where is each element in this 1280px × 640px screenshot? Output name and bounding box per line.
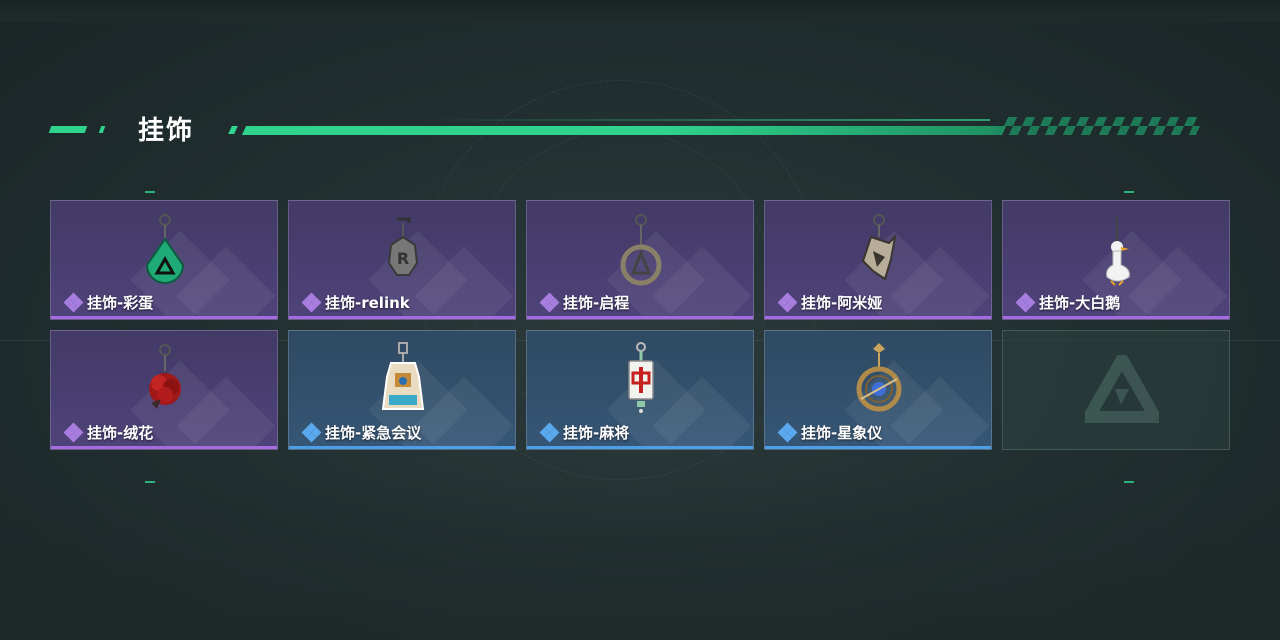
grid-tick	[1124, 481, 1134, 483]
rarity-icon	[1015, 292, 1037, 313]
white-goose-charm-icon	[1106, 217, 1130, 286]
rarity-bar	[1003, 316, 1229, 319]
svg-text:R: R	[397, 249, 409, 268]
charm-label: 挂饰-紧急会议	[325, 423, 422, 442]
charm-label: 挂饰-relink	[325, 293, 410, 312]
header-accent-tick	[98, 126, 106, 133]
rarity-bar	[51, 316, 277, 319]
green-teardrop-charm-icon	[145, 214, 185, 284]
rarity-bar	[765, 446, 991, 449]
charm-label: 挂饰-启程	[563, 293, 630, 312]
section-title: 挂饰	[138, 116, 195, 146]
section-header: 挂饰	[0, 108, 1280, 148]
red-flower-charm-icon	[149, 344, 181, 409]
header-accent-bar	[48, 126, 88, 133]
header-accent-line	[241, 126, 1007, 135]
grid-tick	[145, 191, 155, 193]
rarity-icon	[539, 422, 561, 443]
charm-card[interactable]: 挂饰-启程	[526, 200, 754, 320]
rarity-bar	[289, 446, 515, 449]
empty-slot[interactable]	[1002, 330, 1230, 450]
rarity-icon	[777, 292, 799, 313]
charm-label: 挂饰-阿米娅	[801, 293, 883, 312]
charm-card[interactable]: 挂饰-彩蛋	[50, 200, 278, 320]
charm-card[interactable]: R 挂饰-relink	[288, 200, 516, 320]
rarity-icon	[63, 422, 85, 443]
rarity-icon	[301, 292, 323, 313]
mahjong-tile-charm-icon	[628, 342, 654, 413]
rarity-bar	[527, 316, 753, 319]
rarity-bar	[289, 316, 515, 319]
astrolabe-charm-icon	[856, 343, 902, 412]
charm-label: 挂饰-大白鹅	[1039, 293, 1121, 312]
compass-ring-charm-icon	[620, 214, 662, 286]
plush-doll-charm-icon	[861, 214, 897, 281]
charm-label: 挂饰-星象仪	[801, 423, 883, 442]
charm-card[interactable]: 挂饰-星象仪	[764, 330, 992, 450]
header-checker-pattern	[990, 117, 1205, 135]
rarity-bar	[51, 446, 277, 449]
r-badge-charm-icon: R	[387, 217, 419, 276]
header-accent-tick-2	[228, 126, 238, 134]
rarity-icon	[539, 292, 561, 313]
grid-tick	[1124, 191, 1134, 193]
rarity-bar	[527, 446, 753, 449]
charm-card[interactable]: 挂饰-绒花	[50, 330, 278, 450]
header-thin-line	[420, 119, 990, 121]
charm-card[interactable]: 挂饰-大白鹅	[1002, 200, 1230, 320]
meeting-figure-charm-icon	[381, 342, 425, 410]
background-haze	[0, 470, 1280, 640]
charm-label: 挂饰-麻将	[563, 423, 630, 442]
top-band	[0, 0, 1280, 22]
charm-label: 挂饰-绒花	[87, 423, 154, 442]
charm-card[interactable]: 挂饰-阿米娅	[764, 200, 992, 320]
rarity-icon	[301, 422, 323, 443]
rarity-icon	[63, 292, 85, 313]
charm-card[interactable]: 挂饰-麻将	[526, 330, 754, 450]
rarity-icon	[777, 422, 799, 443]
game-logo-icon	[1085, 355, 1159, 423]
charm-card[interactable]: 挂饰-紧急会议	[288, 330, 516, 450]
rarity-bar	[765, 316, 991, 319]
charm-label: 挂饰-彩蛋	[87, 293, 154, 312]
grid-tick	[145, 481, 155, 483]
